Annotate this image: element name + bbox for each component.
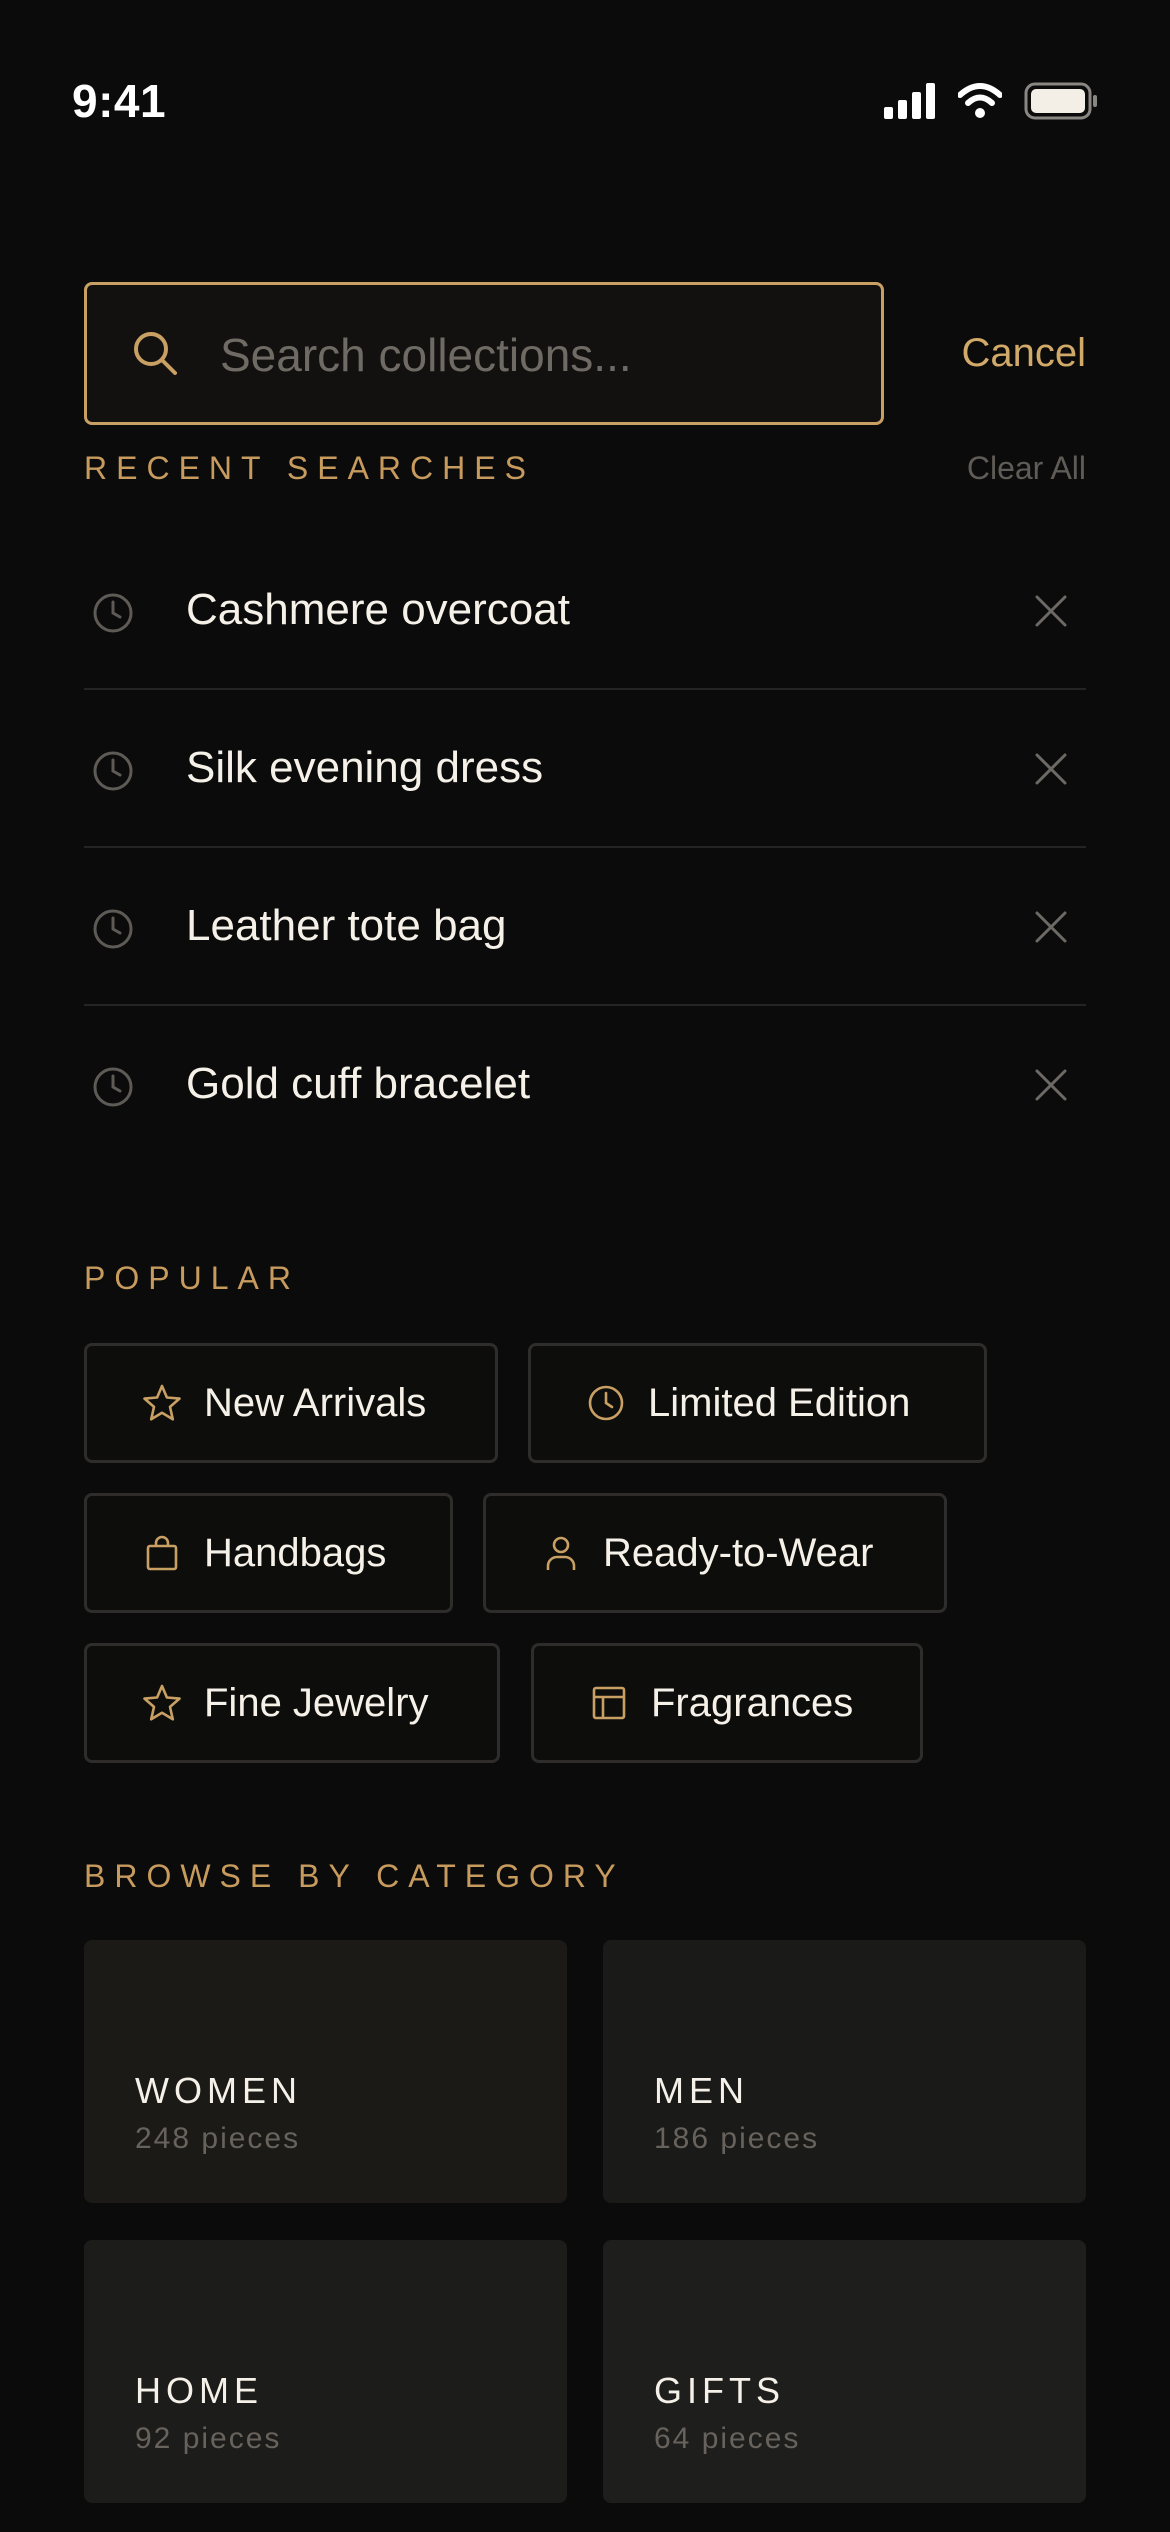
recent-search-label: Cashmere overcoat <box>186 585 570 634</box>
recent-search-item[interactable]: Silk evening dress <box>84 690 1086 848</box>
category-card-gifts[interactable]: GIFTS 64 pieces <box>603 2240 1086 2503</box>
category-name: GIFTS <box>654 2370 785 2411</box>
search-input[interactable] <box>220 305 840 405</box>
category-card-women[interactable]: WOMEN 248 pieces <box>84 1940 567 2203</box>
clock-icon <box>92 750 134 797</box>
category-count: 92 pieces <box>135 2422 282 2455</box>
recent-search-label: Gold cuff bracelet <box>186 1059 531 1108</box>
bag-icon <box>142 1533 182 1573</box>
recent-searches-list: Cashmere overcoat Silk evening dress Lea… <box>84 532 1086 1164</box>
cancel-button[interactable]: Cancel <box>926 282 1086 425</box>
recent-search-item[interactable]: Cashmere overcoat <box>84 532 1086 690</box>
star-icon <box>142 1383 182 1423</box>
cellular-signal-icon <box>884 83 936 119</box>
chip-label: Handbags <box>204 1530 387 1575</box>
category-card-men[interactable]: MEN 186 pieces <box>603 1940 1086 2203</box>
category-count: 248 pieces <box>135 2122 301 2155</box>
chip-label: Limited Edition <box>648 1380 911 1425</box>
person-icon <box>541 1533 581 1573</box>
panel-icon <box>589 1683 629 1723</box>
clock-icon <box>586 1383 626 1423</box>
popular-chip-ready-to-wear[interactable]: Ready-to-Wear <box>483 1493 947 1613</box>
chip-label: New Arrivals <box>204 1380 427 1425</box>
category-card-home[interactable]: HOME 92 pieces <box>84 2240 567 2503</box>
close-icon[interactable] <box>1034 594 1068 633</box>
recent-search-item[interactable]: Leather tote bag <box>84 848 1086 1006</box>
popular-chip-handbags[interactable]: Handbags <box>84 1493 453 1613</box>
popular-chip-new-arrivals[interactable]: New Arrivals <box>84 1343 498 1463</box>
chip-label: Fine Jewelry <box>204 1680 429 1725</box>
recent-search-label: Leather tote bag <box>186 901 507 950</box>
category-name: WOMEN <box>135 2070 302 2111</box>
recent-search-label: Silk evening dress <box>186 743 544 792</box>
search-box[interactable] <box>84 282 884 425</box>
recent-searches-heading: RECENT SEARCHES <box>84 450 535 486</box>
close-icon[interactable] <box>1034 752 1068 791</box>
recent-search-item[interactable]: Gold cuff bracelet <box>84 1006 1086 1164</box>
status-icons <box>884 82 1098 120</box>
close-icon[interactable] <box>1034 910 1068 949</box>
star-icon <box>142 1683 182 1723</box>
clock-icon <box>92 908 134 955</box>
popular-chip-fragrances[interactable]: Fragrances <box>531 1643 923 1763</box>
status-time: 9:41 <box>72 75 167 127</box>
category-count: 186 pieces <box>654 2122 820 2155</box>
popular-chip-limited-edition[interactable]: Limited Edition <box>528 1343 987 1463</box>
category-name: MEN <box>654 2070 749 2111</box>
chip-label: Fragrances <box>651 1680 854 1725</box>
popular-chip-fine-jewelry[interactable]: Fine Jewelry <box>84 1643 500 1763</box>
clear-all-button[interactable]: Clear All <box>967 450 1086 487</box>
chip-label: Ready-to-Wear <box>603 1530 874 1575</box>
search-icon <box>131 329 179 382</box>
close-icon[interactable] <box>1034 1068 1068 1107</box>
category-count: 64 pieces <box>654 2422 801 2455</box>
battery-icon <box>1024 82 1098 120</box>
browse-by-category-heading: BROWSE BY CATEGORY <box>84 1858 625 1894</box>
status-bar: 9:41 <box>0 0 1170 140</box>
wifi-icon <box>958 83 1002 119</box>
clock-icon <box>92 592 134 639</box>
clock-icon <box>92 1066 134 1113</box>
search-bar-row: Cancel <box>84 282 1086 425</box>
popular-heading: POPULAR <box>84 1260 300 1296</box>
category-name: HOME <box>135 2370 263 2411</box>
